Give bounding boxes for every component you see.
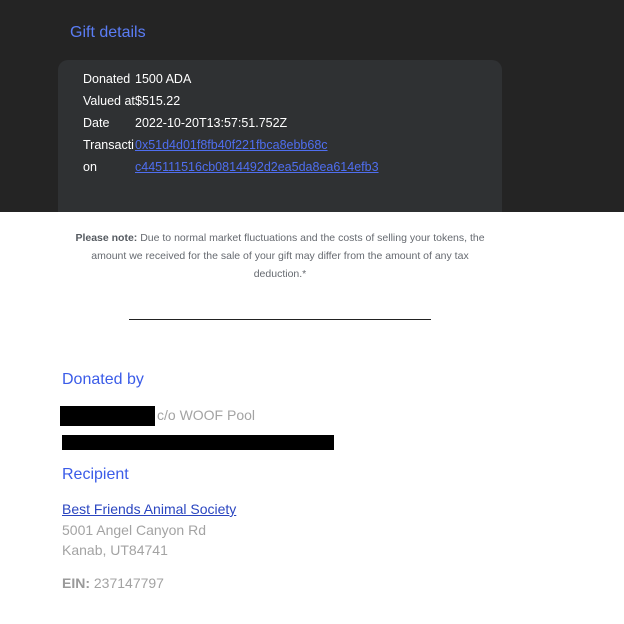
recipient-org-link[interactable]: Best Friends Animal Society xyxy=(62,501,236,517)
recipient-address-line1: 5001 Angel Canyon Rd xyxy=(62,522,206,538)
gift-row-date: Date 2022-10-20T13:57:51.752Z xyxy=(83,112,379,134)
donor-co-text: c/o WOOF Pool xyxy=(157,407,256,423)
transaction-hash-line1: 0x51d4d01f8fb40f221fbca8ebb68c xyxy=(135,138,328,152)
ein-value: 237147797 xyxy=(93,575,164,591)
donated-label: Donated xyxy=(83,72,131,86)
gift-row-donated: Donated 1500 ADA xyxy=(83,68,379,90)
date-label: Date xyxy=(83,116,110,130)
transaction-hash-line2: c445111516cb0814492d2ea5da8ea614efb3 xyxy=(135,160,379,174)
recipient-title: Recipient xyxy=(62,466,129,483)
note-label: Please note: xyxy=(75,232,138,244)
valued-value: $515.22 xyxy=(135,94,181,108)
ein-label: EIN: xyxy=(62,575,90,591)
transaction-link[interactable]: 0x51d4d01f8fb40f221fbca8ebb68c c445111516… xyxy=(135,138,379,174)
price-fluctuation-note: Please note: Due to normal market fluctu… xyxy=(70,229,490,283)
section-divider xyxy=(129,319,431,320)
gift-details-title: Gift details xyxy=(70,24,146,41)
donated-by-title: Donated by xyxy=(62,371,144,388)
recipient-address-line2: Kanab, UT84741 xyxy=(62,542,168,558)
transaction-label: Transaction xyxy=(83,138,134,174)
date-value: 2022-10-20T13:57:51.752Z xyxy=(135,116,288,130)
note-text: Due to normal market fluctuations and th… xyxy=(91,232,485,280)
gift-row-valued: Valued at $515.22 xyxy=(83,90,379,112)
donated-value: 1500 ADA xyxy=(135,72,192,86)
gift-row-transaction: Transaction 0x51d4d01f8fb40f221fbca8ebb6… xyxy=(83,134,379,178)
redacted-donor-address xyxy=(62,435,334,450)
gift-details-table: Donated 1500 ADA Valued at $515.22 Date … xyxy=(83,68,379,178)
redacted-donor-name xyxy=(60,406,155,426)
recipient-ein: EIN: 237147797 xyxy=(62,575,164,591)
valued-label: Valued at xyxy=(83,94,135,108)
